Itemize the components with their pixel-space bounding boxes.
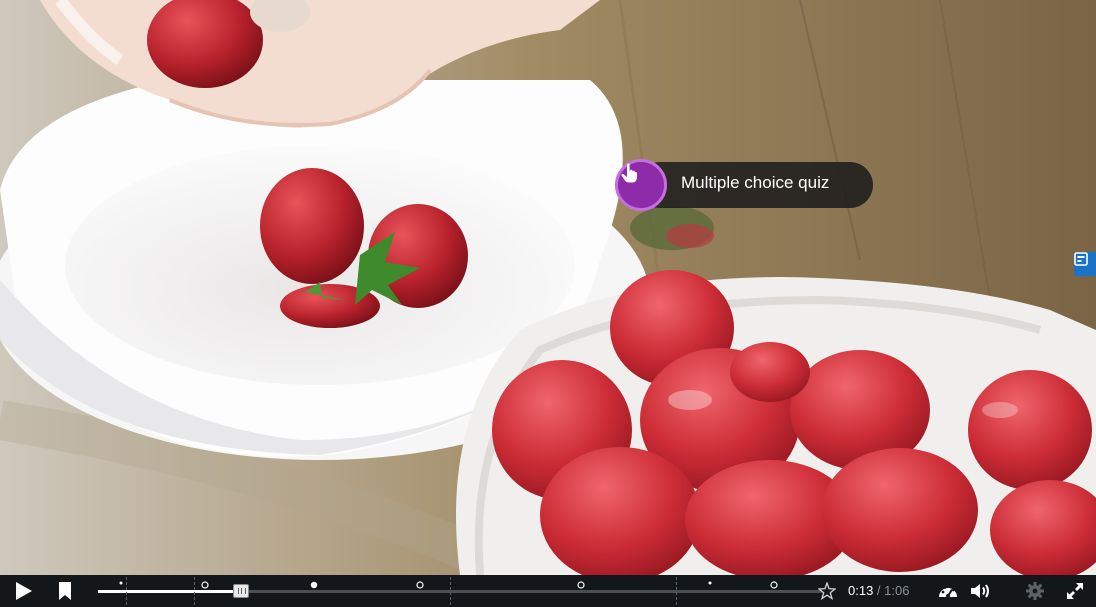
interaction-marker-icon[interactable] <box>201 581 209 589</box>
duration: 1:06 <box>884 583 910 598</box>
volume-icon <box>971 584 989 598</box>
play-button[interactable] <box>8 575 38 607</box>
chapter-separator <box>194 577 195 605</box>
scrubber-handle[interactable] <box>233 584 249 598</box>
settings-button[interactable] <box>1022 575 1048 607</box>
interaction-marker-icon[interactable] <box>416 581 424 589</box>
hand-pointer-glyph <box>621 163 637 183</box>
bookmarks-button[interactable] <box>52 575 78 607</box>
interaction-marker-icon[interactable] <box>310 581 318 589</box>
fullscreen-icon <box>1067 583 1083 599</box>
chapter-separator <box>126 577 127 605</box>
quiz-label: Multiple choice quiz <box>681 173 830 192</box>
time-display: 0:13 / 1:06 <box>848 575 909 607</box>
video-still-strawberries <box>0 0 1096 575</box>
hand-pointer-icon[interactable] <box>615 159 667 211</box>
chapter-separator <box>450 577 451 605</box>
bookmark-marker[interactable] <box>119 581 123 585</box>
chapter-separator <box>676 577 677 605</box>
multiple-choice-quiz-hotspot[interactable]: Multiple choice quiz <box>615 159 873 211</box>
progress-played <box>98 590 241 593</box>
interaction-marker-icon[interactable] <box>577 581 585 589</box>
side-panel-toggle[interactable] <box>1074 252 1096 276</box>
bookmark-icon <box>59 582 71 600</box>
video-frame[interactable]: Multiple choice quiz <box>0 0 1096 575</box>
interactive-video-player: Multiple choice quiz 0:13 / 1:06 <box>0 0 1096 607</box>
bookmark-marker[interactable] <box>708 581 712 585</box>
control-bar: 0:13 / 1:06 <box>0 575 1096 607</box>
time-separator: / <box>873 583 885 598</box>
current-time: 0:13 <box>848 583 874 598</box>
gauge-icon <box>939 585 957 598</box>
volume-button[interactable] <box>966 575 996 607</box>
gear-icon <box>1026 582 1044 600</box>
interaction-marker-icon[interactable] <box>770 581 778 589</box>
star-icon <box>818 582 836 600</box>
fullscreen-button[interactable] <box>1062 575 1088 607</box>
progress-slider[interactable] <box>98 575 822 607</box>
panel-icon <box>1074 252 1088 266</box>
playback-speed-button[interactable] <box>934 575 962 607</box>
endscreen-button[interactable] <box>816 575 838 607</box>
play-icon <box>16 582 32 600</box>
